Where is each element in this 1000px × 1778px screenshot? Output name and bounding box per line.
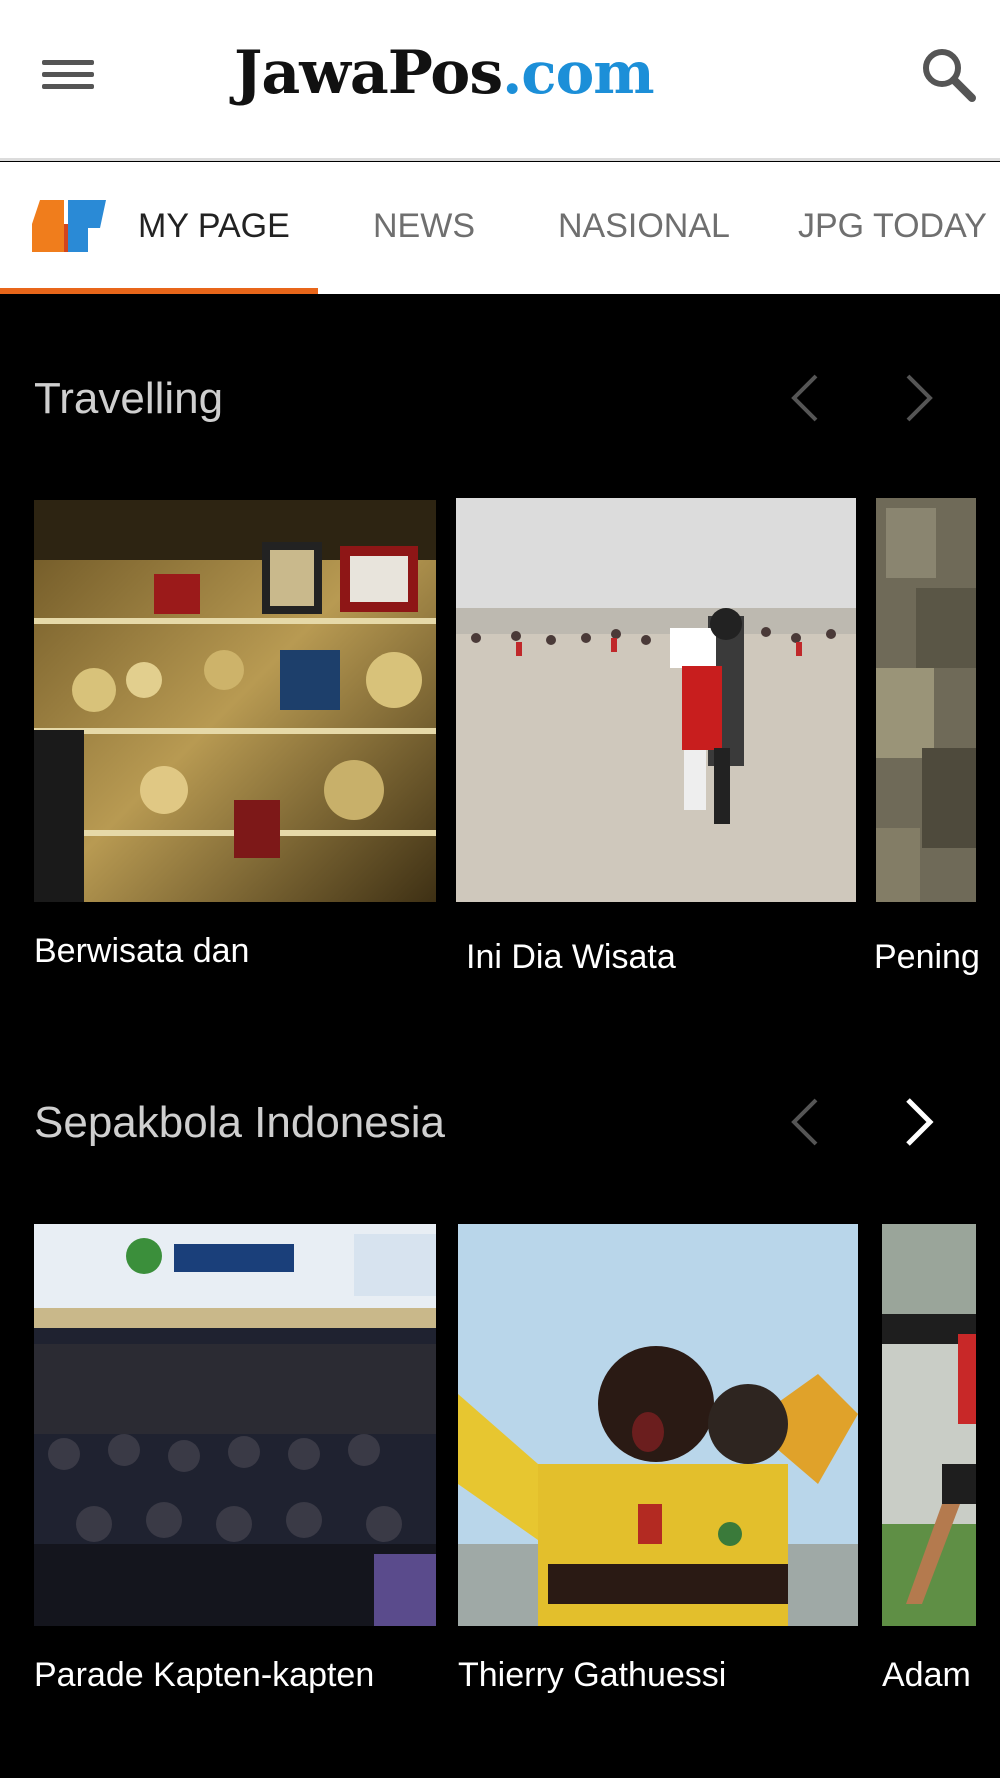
- article-title[interactable]: Thierry Gathuessi: [458, 1656, 726, 1695]
- app-bar: JawaPos.com: [0, 0, 1000, 161]
- tab-label: MY PAGE: [138, 207, 290, 245]
- tab-jpg-today[interactable]: JPG TODAY: [798, 206, 987, 246]
- article-thumbnail-trophy-cabinet[interactable]: [34, 500, 436, 902]
- section-title-sepakbola-indonesia: Sepakbola Indonesia: [34, 1098, 445, 1147]
- tab-label: NEWS: [373, 207, 475, 245]
- section-title-travelling: Travelling: [34, 374, 224, 423]
- section-prev-arrow-icon[interactable]: [786, 370, 826, 426]
- site-logo[interactable]: JawaPos.com: [234, 38, 655, 108]
- active-tab-indicator: [0, 288, 318, 294]
- logo-suffix-text: .com: [502, 39, 655, 107]
- article-thumbnail-player-field[interactable]: [882, 1224, 976, 1626]
- article-title[interactable]: Ini Dia Wisata: [466, 938, 676, 977]
- article-title[interactable]: Pening: [874, 938, 980, 977]
- article-thumbnail-rock-wall[interactable]: [876, 498, 976, 902]
- tab-news[interactable]: NEWS: [373, 206, 475, 246]
- article-thumbnail-player-celebrating[interactable]: [458, 1224, 858, 1626]
- article-thumbnail-congress[interactable]: [34, 1224, 436, 1626]
- logo-main-text: JawaPos: [234, 38, 503, 108]
- tab-my-page[interactable]: MY PAGE: [138, 206, 290, 246]
- my-page-logo-icon: [30, 194, 108, 258]
- search-icon[interactable]: [918, 44, 980, 106]
- article-title[interactable]: Berwisata dan: [34, 932, 249, 971]
- article-title[interactable]: Parade Kapten-kapten: [34, 1656, 374, 1695]
- section-next-arrow-icon[interactable]: [898, 370, 938, 426]
- tab-nasional[interactable]: NASIONAL: [558, 206, 730, 246]
- section-next-arrow-icon[interactable]: [898, 1094, 938, 1150]
- hamburger-menu-icon[interactable]: [38, 52, 100, 98]
- article-thumbnail-beach[interactable]: [456, 498, 856, 902]
- tab-label: NASIONAL: [558, 207, 730, 245]
- section-prev-arrow-icon[interactable]: [786, 1094, 826, 1150]
- tab-label: JPG TODAY: [798, 207, 987, 245]
- article-title[interactable]: Adam: [882, 1656, 971, 1695]
